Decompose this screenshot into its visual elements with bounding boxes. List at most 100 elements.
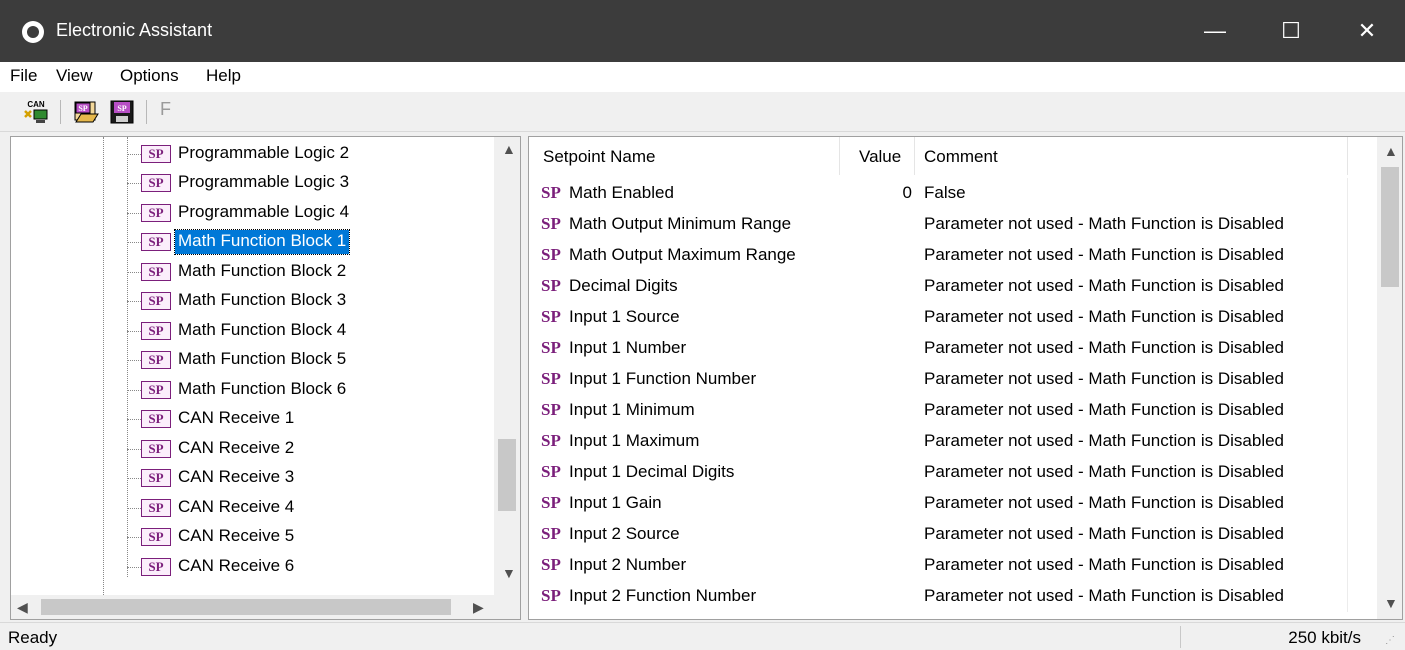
setpoint-name: Input 1 Maximum xyxy=(569,431,700,450)
setpoint-comment: Parameter not used - Math Function is Di… xyxy=(924,276,1285,295)
table-row[interactable]: SP Input 1 Number Parameter not used - Mat… xyxy=(529,333,1377,364)
menu-help[interactable]: Help xyxy=(206,66,241,86)
tree-item-label: Programmable Logic 2 xyxy=(178,143,350,162)
table-row[interactable]: SP Input 2 Function Number Parameter not u… xyxy=(529,581,1377,612)
tree-item[interactable]: SP Programmable Logic 2 xyxy=(11,139,481,168)
tree-item[interactable]: SP Math Function Block 4 xyxy=(11,316,481,345)
sp-open-icon[interactable]: SP xyxy=(72,98,100,126)
resize-grip-icon[interactable]: ⋰ xyxy=(1385,635,1395,646)
menu-file[interactable]: File xyxy=(10,66,37,86)
scroll-up-icon[interactable]: ▲ xyxy=(502,141,516,157)
sp-icon: SP xyxy=(541,555,561,574)
table-row[interactable]: SP Input 1 Maximum Parameter not used - Ma… xyxy=(529,426,1377,457)
column-header-setpoint-name[interactable]: Setpoint Name xyxy=(543,147,655,167)
scroll-up-icon[interactable]: ▲ xyxy=(1384,143,1398,159)
function-button[interactable]: F xyxy=(160,99,171,120)
close-button[interactable]: ✕ xyxy=(1332,0,1402,62)
setpoint-comment: False xyxy=(924,183,966,202)
scroll-right-icon[interactable]: ▶ xyxy=(473,599,484,616)
tree-horizontal-scrollbar[interactable]: ◀ ▶ xyxy=(11,595,495,619)
tree-item[interactable]: SP CAN Receive 4 xyxy=(11,493,481,522)
setpoint-group-tree[interactable]: SP Programmable Logic 2 SP Programmable Lo… xyxy=(10,136,521,620)
tree-item-label: Math Function Block 4 xyxy=(178,320,347,339)
sp-open-icon-label: SP xyxy=(78,104,87,113)
tree-item[interactable]: SP CAN Receive 2 xyxy=(11,434,481,463)
window-title: Electronic Assistant xyxy=(56,20,213,40)
table-row[interactable]: SP Input 1 Source Parameter not used - Mat… xyxy=(529,302,1377,333)
tree-item-label: Math Function Block 6 xyxy=(178,379,347,398)
sp-save-icon[interactable]: SP xyxy=(108,98,136,126)
setpoint-comment: Parameter not used - Math Function is Di… xyxy=(924,555,1285,574)
sp-icon: SP xyxy=(541,245,561,264)
can-connect-icon-label: CAN xyxy=(27,100,45,109)
table-row[interactable]: SP Input 1 Function Number Parameter not u… xyxy=(529,364,1377,395)
table-row[interactable]: SP Math Enabled 0 False xyxy=(529,178,1377,209)
tree-item[interactable]: SP Math Function Block 6 xyxy=(11,375,481,404)
column-header-comment[interactable]: Comment xyxy=(924,147,998,167)
scroll-thumb[interactable] xyxy=(498,439,516,511)
minimize-button[interactable]: — xyxy=(1180,0,1250,62)
table-row[interactable]: SP Input 2 Number Parameter not used - Mat… xyxy=(529,550,1377,581)
sp-icon: SP xyxy=(541,307,561,326)
tree-vertical-scrollbar[interactable]: ▲ ▼ xyxy=(494,137,520,597)
setpoint-comment: Parameter not used - Math Function is Di… xyxy=(924,400,1285,419)
setpoint-name: Input 1 Decimal Digits xyxy=(569,462,735,481)
column-divider[interactable] xyxy=(839,137,840,175)
setpoint-name: Math Output Maximum Range xyxy=(569,245,796,264)
tree-item-label: Math Function Block 1 xyxy=(173,229,351,255)
scroll-down-icon[interactable]: ▼ xyxy=(1384,595,1398,611)
scroll-thumb[interactable] xyxy=(41,599,451,615)
setpoint-comment: Parameter not used - Math Function is Di… xyxy=(924,369,1285,388)
table-row[interactable]: SP Math Output Minimum Range Parameter not… xyxy=(529,209,1377,240)
table-row[interactable]: SP Input 1 Gain Parameter not used - Math … xyxy=(529,488,1377,519)
setpoint-name: Input 1 Function Number xyxy=(569,369,757,388)
list-vertical-scrollbar[interactable]: ▲ ▼ xyxy=(1377,137,1402,619)
status-text: Ready xyxy=(8,628,58,647)
table-row[interactable]: SP Input 1 Decimal Digits Parameter not us… xyxy=(529,457,1377,488)
tree-item[interactable]: SP CAN Receive 6 xyxy=(11,552,481,581)
menu-view[interactable]: View xyxy=(56,66,93,86)
tree-item[interactable]: SP Programmable Logic 4 xyxy=(11,198,481,227)
sp-icon: SP xyxy=(141,381,171,399)
tree-item-label: CAN Receive 1 xyxy=(178,408,295,427)
tree-item[interactable]: SP CAN Receive 1 xyxy=(11,404,481,433)
setpoint-comment: Parameter not used - Math Function is Di… xyxy=(924,307,1285,326)
column-divider[interactable] xyxy=(1347,137,1348,175)
status-bar: Ready 250 kbit/s ⋰ xyxy=(0,622,1405,650)
menu-bar: File View Options Help xyxy=(0,62,1405,92)
tree-item[interactable]: SP CAN Receive 5 xyxy=(11,522,481,551)
column-header-value[interactable]: Value xyxy=(859,147,901,167)
tree-item-label: Math Function Block 3 xyxy=(178,290,347,309)
table-row[interactable]: SP Math Output Maximum Range Parameter not… xyxy=(529,240,1377,271)
scroll-left-icon[interactable]: ◀ xyxy=(17,599,28,616)
sp-icon: SP xyxy=(141,440,171,458)
tree-item[interactable]: SP Math Function Block 5 xyxy=(11,345,481,374)
scroll-down-icon[interactable]: ▼ xyxy=(502,565,516,581)
toolbar-separator xyxy=(60,100,61,124)
setpoint-comment: Parameter not used - Math Function is Di… xyxy=(924,493,1285,512)
setpoint-list[interactable]: Setpoint Name Value Comment SP Math Enabl… xyxy=(528,136,1403,620)
can-connect-icon[interactable]: CAN xyxy=(22,98,50,126)
tree-item[interactable]: SP CAN Receive 3 xyxy=(11,463,481,492)
tree-item[interactable]: SP Math Function Block 2 xyxy=(11,257,481,286)
sp-icon: SP xyxy=(141,292,171,310)
tree-item-selected[interactable]: SP Math Function Block 1 xyxy=(11,227,481,256)
sp-icon: SP xyxy=(141,528,171,546)
column-divider[interactable] xyxy=(914,137,915,175)
tree-item-label: CAN Receive 3 xyxy=(178,467,295,486)
sp-icon: SP xyxy=(541,462,561,481)
toolbar: CAN SP SP F xyxy=(0,92,1405,132)
sp-icon: SP xyxy=(541,431,561,450)
tree-item[interactable]: SP Math Function Block 3 xyxy=(11,286,481,315)
maximize-button[interactable]: ☐ xyxy=(1256,0,1326,62)
table-row[interactable]: SP Decimal Digits Parameter not used - Mat… xyxy=(529,271,1377,302)
table-row[interactable]: SP Input 2 Source Parameter not used - Mat… xyxy=(529,519,1377,550)
scroll-thumb[interactable] xyxy=(1381,167,1399,287)
setpoint-name: Math Output Minimum Range xyxy=(569,214,792,233)
setpoint-name: Input 2 Function Number xyxy=(569,586,757,605)
sp-icon: SP xyxy=(541,400,561,419)
sp-icon: SP xyxy=(141,351,171,369)
menu-options[interactable]: Options xyxy=(120,66,179,86)
table-row[interactable]: SP Input 1 Minimum Parameter not used - Ma… xyxy=(529,395,1377,426)
tree-item[interactable]: SP Programmable Logic 3 xyxy=(11,168,481,197)
